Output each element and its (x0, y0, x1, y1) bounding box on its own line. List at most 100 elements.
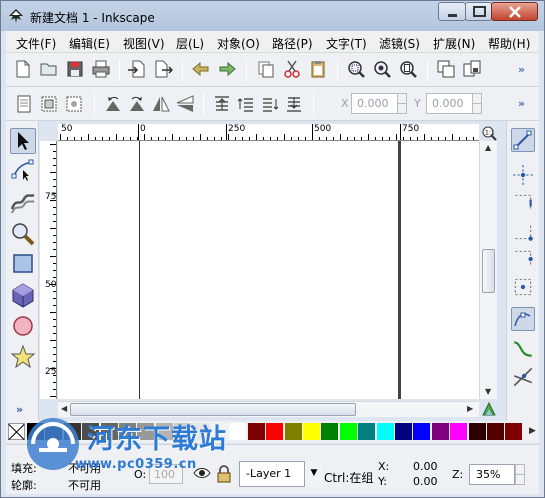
rotate-cw-icon[interactable] (127, 94, 147, 114)
color-swatch[interactable] (505, 423, 523, 440)
zoom-page-icon[interactable] (398, 59, 418, 79)
color-swatch[interactable] (376, 423, 394, 440)
open-icon[interactable] (39, 59, 59, 79)
color-swatch[interactable] (284, 423, 302, 440)
scroll-down-arrow-icon[interactable]: ▼ (485, 387, 491, 396)
color-swatch[interactable] (321, 423, 339, 440)
zoom-selection-icon[interactable] (346, 59, 366, 79)
menu-layer[interactable]: 层(L) (176, 35, 204, 52)
palette-menu-arrow[interactable]: ▶ (529, 426, 536, 436)
zoom-drawing-icon[interactable] (372, 59, 392, 79)
lower-icon[interactable] (260, 94, 280, 114)
vertical-ruler[interactable]: 750 500 250 (40, 141, 57, 399)
color-swatch[interactable] (339, 423, 357, 440)
tweak-tool[interactable] (10, 189, 36, 215)
export-icon[interactable] (153, 59, 173, 79)
rotate-ccw-icon[interactable] (103, 94, 123, 114)
selector-tool[interactable] (10, 128, 36, 154)
color-swatch[interactable] (247, 423, 265, 440)
drawing-canvas[interactable] (58, 141, 479, 399)
menu-view[interactable]: 视图(V) (123, 35, 165, 52)
y-spin-button[interactable] (472, 93, 482, 114)
stroke-value[interactable]: 不可用 (68, 477, 101, 493)
select-all-icon[interactable] (14, 94, 34, 114)
rectangle-tool-icon (13, 254, 33, 273)
print-icon[interactable] (91, 59, 111, 79)
zoom-correction-icon[interactable]: 1:1 (481, 125, 497, 141)
color-swatch[interactable] (468, 423, 486, 440)
x-spin-button[interactable] (397, 93, 407, 114)
ruler-tick (326, 137, 327, 140)
star-tool[interactable] (10, 344, 36, 370)
color-swatch[interactable] (450, 423, 468, 440)
copy-icon[interactable] (256, 59, 276, 79)
scroll-up-arrow-icon[interactable]: ▲ (485, 143, 491, 152)
new-document-icon[interactable] (13, 59, 33, 79)
vertical-scrollbar[interactable]: ▲ ▼ (479, 141, 497, 399)
redo-icon[interactable] (217, 59, 237, 79)
3d-box-tool[interactable] (10, 282, 36, 308)
save-icon[interactable] (65, 59, 85, 79)
snap-paths-icon[interactable] (511, 337, 535, 361)
duplicate-icon[interactable] (436, 59, 456, 79)
menu-file[interactable]: 文件(F) (16, 35, 56, 52)
snap-bbox-center-icon[interactable] (511, 275, 535, 299)
select-all-layers-icon[interactable] (39, 94, 59, 114)
lower-to-bottom-icon[interactable] (284, 94, 304, 114)
color-swatch[interactable] (395, 423, 412, 440)
color-swatch[interactable] (303, 423, 320, 440)
menu-object[interactable]: 对象(O) (217, 35, 260, 52)
close-button[interactable] (491, 2, 538, 21)
zoom-spin-button[interactable] (515, 464, 525, 485)
menu-extensions[interactable]: 扩展(N) (433, 35, 475, 52)
deselect-icon[interactable] (64, 94, 84, 114)
vertical-scroll-thumb[interactable] (482, 249, 495, 293)
paste-icon[interactable] (308, 59, 328, 79)
snap-bbox-corner-icon[interactable] (511, 219, 535, 243)
snap-bbox-icon[interactable] (511, 163, 535, 187)
minimize-button[interactable] (438, 2, 466, 21)
color-swatch[interactable] (358, 423, 376, 440)
horizontal-ruler[interactable]: 50 0 250 500 750 (58, 124, 479, 141)
snap-toggle-button[interactable] (511, 128, 535, 152)
maximize-button[interactable] (465, 2, 492, 21)
cut-icon[interactable] (282, 59, 302, 79)
chevron-down-icon[interactable]: ▼ (304, 461, 323, 487)
snap-nodes-button[interactable] (511, 307, 535, 331)
color-swatch[interactable] (266, 423, 284, 440)
rectangle-tool[interactable] (10, 251, 36, 277)
flip-horizontal-icon[interactable] (151, 94, 171, 114)
ruler-tick (270, 137, 271, 140)
menu-edit[interactable]: 编辑(E) (69, 35, 110, 52)
snap-nodes-icon (514, 312, 531, 327)
ruler-tick (403, 137, 404, 140)
import-icon[interactable] (127, 59, 147, 79)
color-swatch[interactable] (487, 423, 504, 440)
menu-path[interactable]: 路径(P) (272, 35, 313, 52)
undo-icon[interactable] (191, 59, 211, 79)
snap-bbox-edge-icon[interactable] (511, 191, 535, 215)
ellipse-tool[interactable] (10, 313, 36, 339)
snap-bbox-midpoint-icon[interactable] (511, 247, 535, 271)
raise-to-top-icon[interactable] (212, 94, 232, 114)
menu-filters[interactable]: 滤镜(S) (379, 35, 420, 52)
y-label: Y (414, 97, 421, 110)
zoom-input[interactable]: 35% (469, 464, 515, 485)
stroke-label: 轮廓: (11, 479, 37, 492)
clone-icon[interactable] (462, 59, 482, 79)
menu-text[interactable]: 文字(T) (326, 35, 367, 52)
zoom-tool[interactable] (10, 221, 36, 247)
toolbar-overflow-button[interactable]: » (518, 97, 525, 110)
flip-vertical-icon[interactable] (175, 94, 195, 114)
color-swatch[interactable] (413, 423, 431, 440)
color-manage-icon[interactable] (481, 401, 497, 417)
scroll-left-arrow-icon[interactable]: ◀ (61, 404, 67, 413)
raise-icon[interactable] (236, 94, 256, 114)
snap-intersections-icon[interactable] (511, 365, 535, 389)
toolbar-overflow-button[interactable]: » (518, 63, 525, 76)
scroll-right-arrow-icon[interactable]: ▶ (467, 404, 473, 413)
ruler-label: 500 (45, 280, 57, 290)
color-swatch[interactable] (431, 423, 449, 440)
node-tool[interactable] (10, 158, 36, 184)
menu-help[interactable]: 帮助(H) (488, 35, 530, 52)
